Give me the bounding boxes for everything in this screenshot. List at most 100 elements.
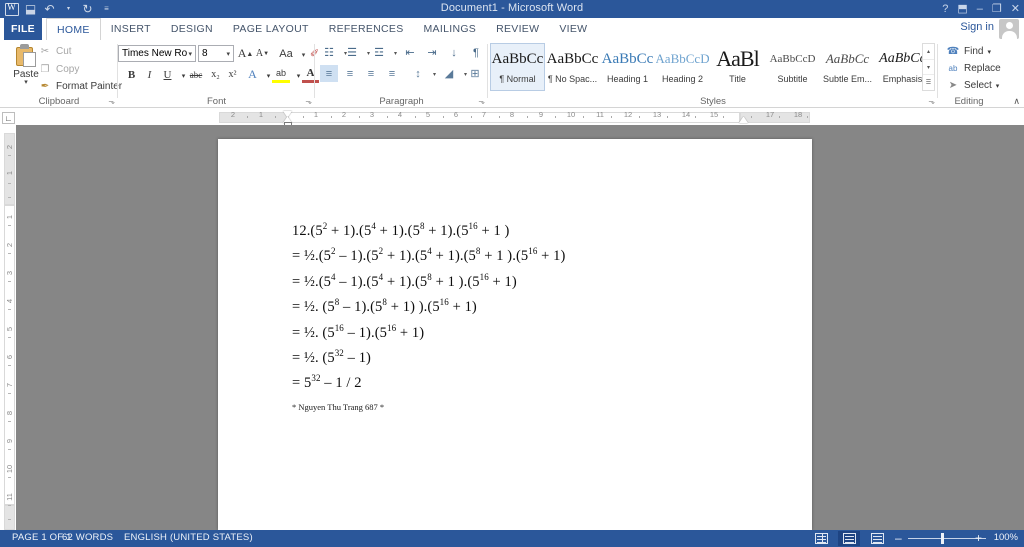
tab-review[interactable]: REVIEW xyxy=(486,18,549,40)
style-preview: AaBbCcD xyxy=(656,51,709,66)
show-formatting-marks-button[interactable]: ¶ xyxy=(467,44,485,61)
italic-button[interactable]: I xyxy=(141,66,158,83)
style-subtle-em[interactable]: AaBbCc Subtle Em... xyxy=(820,43,875,91)
shrink-font-button[interactable]: A ▼ xyxy=(254,45,271,62)
document-canvas[interactable]: 12.(52 + 1).(54 + 1).(58 + 1).(516 + 1 )… xyxy=(16,125,1024,530)
bold-button[interactable]: B xyxy=(123,66,140,83)
styles-gallery-scrollbar[interactable]: ▴ ▾ ☰ xyxy=(922,43,935,91)
zoom-out-button[interactable]: – xyxy=(895,532,902,544)
clipboard-dialog-launcher[interactable]: ⬎ xyxy=(108,98,115,106)
tab-mailings[interactable]: MAILINGS xyxy=(414,18,487,40)
read-mode-button[interactable] xyxy=(810,531,832,546)
minimize-button[interactable]: – xyxy=(977,1,983,17)
chevron-down-icon[interactable]: ▾ xyxy=(188,50,192,58)
multilevel-list-button[interactable]: ☲ xyxy=(370,44,388,61)
text-effects-icon[interactable]: A xyxy=(244,66,261,83)
font-dialog-launcher[interactable]: ⬎ xyxy=(305,98,312,106)
align-center-button[interactable]: ≡ xyxy=(341,65,359,82)
superscript-button[interactable]: x² xyxy=(224,66,241,83)
document-page[interactable]: 12.(52 + 1).(54 + 1).(58 + 1).(516 + 1 )… xyxy=(218,139,812,530)
increase-indent-button[interactable]: ⇥ xyxy=(423,44,441,61)
account-avatar[interactable] xyxy=(999,19,1019,39)
font-size-combobox[interactable]: 8 ▾ xyxy=(198,45,234,62)
find-button[interactable]: ☎ Find ▾ xyxy=(946,44,991,59)
tab-selector-button[interactable]: ∟ xyxy=(2,112,15,124)
style-name: Title xyxy=(729,74,746,84)
select-button[interactable]: ➤ Select ▾ xyxy=(946,78,1000,93)
tab-design[interactable]: DESIGN xyxy=(161,18,223,40)
cut-button[interactable]: ✂ Cut xyxy=(38,44,72,59)
justify-button[interactable]: ≡ xyxy=(383,65,401,82)
tab-references[interactable]: REFERENCES xyxy=(319,18,414,40)
shading-button[interactable]: ◢ xyxy=(440,65,458,82)
ruler-mark: 1 xyxy=(258,110,264,119)
right-indent-marker[interactable] xyxy=(739,117,748,123)
grow-font-button[interactable]: A ▲ xyxy=(237,45,254,62)
style-heading-1[interactable]: AaBbCc Heading 1 xyxy=(600,43,655,91)
tab-label: INSERT xyxy=(110,23,151,35)
copy-button[interactable]: ❐ Copy xyxy=(38,62,80,77)
strikethrough-button[interactable]: abc xyxy=(186,66,206,83)
ruler-tick xyxy=(8,253,11,254)
style-heading-2[interactable]: AaBbCcD Heading 2 xyxy=(655,43,710,91)
text-highlight-icon[interactable]: ab xyxy=(272,66,290,83)
tab-view[interactable]: VIEW xyxy=(549,18,597,40)
horizontal-ruler[interactable]: 2 1 1 2 3 4 5 6 7 8 9 10 11 12 13 14 15 17 18 ∟ xyxy=(0,109,1024,127)
web-layout-button[interactable] xyxy=(866,531,888,546)
styles-scroll-up-icon[interactable]: ▴ xyxy=(923,44,934,60)
document-line: = ½. (532 – 1) xyxy=(292,348,371,367)
print-layout-button[interactable] xyxy=(838,531,860,546)
ribbon-display-options-button[interactable]: ⬒ xyxy=(957,1,967,17)
chevron-down-icon[interactable]: ▾ xyxy=(226,50,230,58)
sort-button[interactable]: ↓ xyxy=(445,44,463,61)
chevron-down-icon[interactable]: ▾ xyxy=(996,82,1000,90)
ruler-mark: 2 xyxy=(5,242,14,248)
replace-button[interactable]: ab Replace xyxy=(946,61,1001,76)
tab-file[interactable]: FILE xyxy=(4,18,42,40)
paragraph-dialog-launcher[interactable]: ⬎ xyxy=(478,98,485,106)
tab-insert[interactable]: INSERT xyxy=(101,18,161,40)
numbering-button[interactable]: ☰ xyxy=(343,44,361,61)
subscript-button[interactable]: x₂ xyxy=(207,66,224,83)
align-right-button[interactable]: ≡ xyxy=(362,65,380,82)
decrease-indent-button[interactable]: ⇤ xyxy=(401,44,419,61)
style-normal[interactable]: AaBbCc ¶ Normal xyxy=(490,43,545,91)
ruler-mark: 7 xyxy=(481,110,487,119)
align-left-button[interactable]: ≡ xyxy=(320,65,338,82)
style-subtitle[interactable]: AaBbCcD Subtitle xyxy=(765,43,820,91)
document-text-body[interactable]: 12.(52 + 1).(54 + 1).(58 + 1).(516 + 1 )… xyxy=(292,219,762,412)
styles-scroll-down-icon[interactable]: ▾ xyxy=(923,60,934,76)
word-count[interactable]: 62 WORDS xyxy=(62,532,113,543)
vertical-ruler[interactable]: 2 1 1 2 3 4 5 6 7 8 9 10 11 xyxy=(0,125,16,530)
zoom-level-label[interactable]: 100% xyxy=(994,532,1018,543)
tab-label: REVIEW xyxy=(496,23,540,35)
zoom-in-button[interactable]: + xyxy=(975,532,982,544)
styles-dialog-launcher[interactable]: ⬎ xyxy=(928,98,935,106)
ruler-mark: 12 xyxy=(623,110,633,119)
binoculars-icon: ☎ xyxy=(946,45,960,57)
close-button[interactable]: ✕ xyxy=(1011,1,1020,17)
tab-page-layout[interactable]: PAGE LAYOUT xyxy=(223,18,319,40)
ruler-mark: 6 xyxy=(5,354,14,360)
borders-button[interactable]: ⊞ xyxy=(466,65,484,82)
document-line: = ½. (516 – 1).(516 + 1) xyxy=(292,322,425,341)
styles-more-icon[interactable]: ☰ xyxy=(923,75,934,90)
format-painter-button[interactable]: ✒ Format Painter xyxy=(38,79,122,94)
line-spacing-button[interactable]: ↕ xyxy=(409,65,427,82)
style-no-spac[interactable]: AaBbCc ¶ No Spac... xyxy=(545,43,600,91)
help-button[interactable]: ? xyxy=(942,1,948,17)
collapse-ribbon-button[interactable]: ∧ xyxy=(1013,96,1020,107)
chevron-down-icon[interactable]: ▾ xyxy=(987,48,991,56)
scissors-icon: ✂ xyxy=(40,45,50,57)
restore-button[interactable]: ❐ xyxy=(992,1,1002,17)
zoom-slider-thumb[interactable] xyxy=(941,533,944,544)
underline-button[interactable]: U xyxy=(159,66,176,83)
bullets-button[interactable]: ☷ xyxy=(320,44,338,61)
language-indicator[interactable]: ENGLISH (UNITED STATES) xyxy=(124,532,253,543)
font-name-combobox[interactable]: Times New Ro ▾ xyxy=(118,45,196,62)
tab-home[interactable]: HOME xyxy=(46,18,101,40)
sign-in-button[interactable]: Sign in xyxy=(960,21,994,33)
change-case-button[interactable]: Aa xyxy=(276,45,296,62)
ruler-mark: 4 xyxy=(397,110,403,119)
style-title[interactable]: AaBl Title xyxy=(710,43,765,91)
